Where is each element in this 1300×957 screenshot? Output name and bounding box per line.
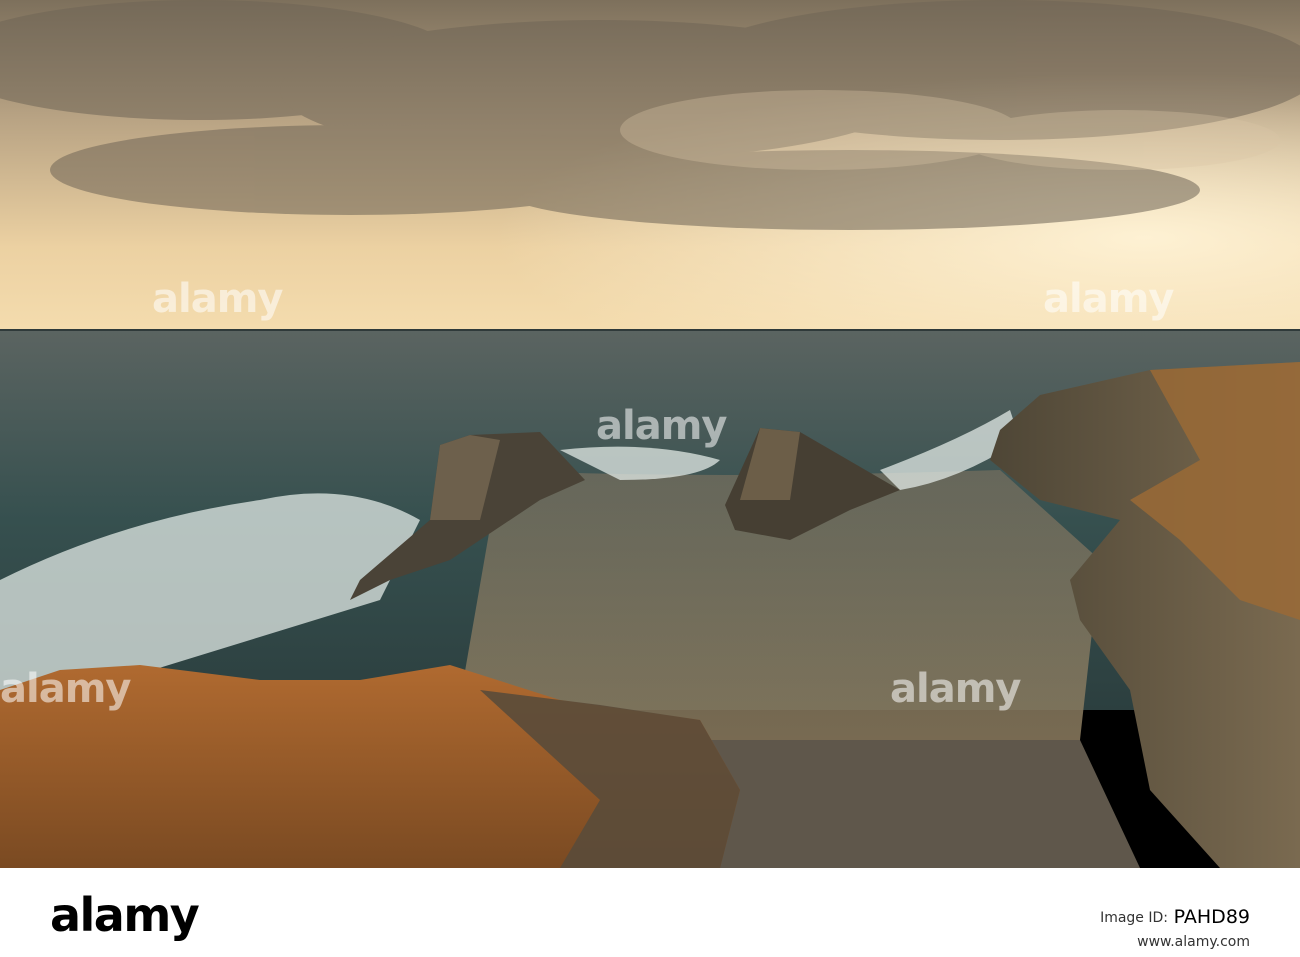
image-id: PAHD89 <box>1173 906 1250 928</box>
footer-bar: alamy Image ID: PAHD89 www.alamy.com <box>0 868 1300 957</box>
landscape-photo: alamy alamy alamy alamy alamy <box>0 0 1300 868</box>
pebble-beach <box>700 740 1140 868</box>
image-id-label: Image ID: <box>1100 910 1168 926</box>
alamy-logo: alamy <box>50 888 200 942</box>
site-url: www.alamy.com <box>1137 934 1250 950</box>
photo-scene <box>0 0 1300 868</box>
